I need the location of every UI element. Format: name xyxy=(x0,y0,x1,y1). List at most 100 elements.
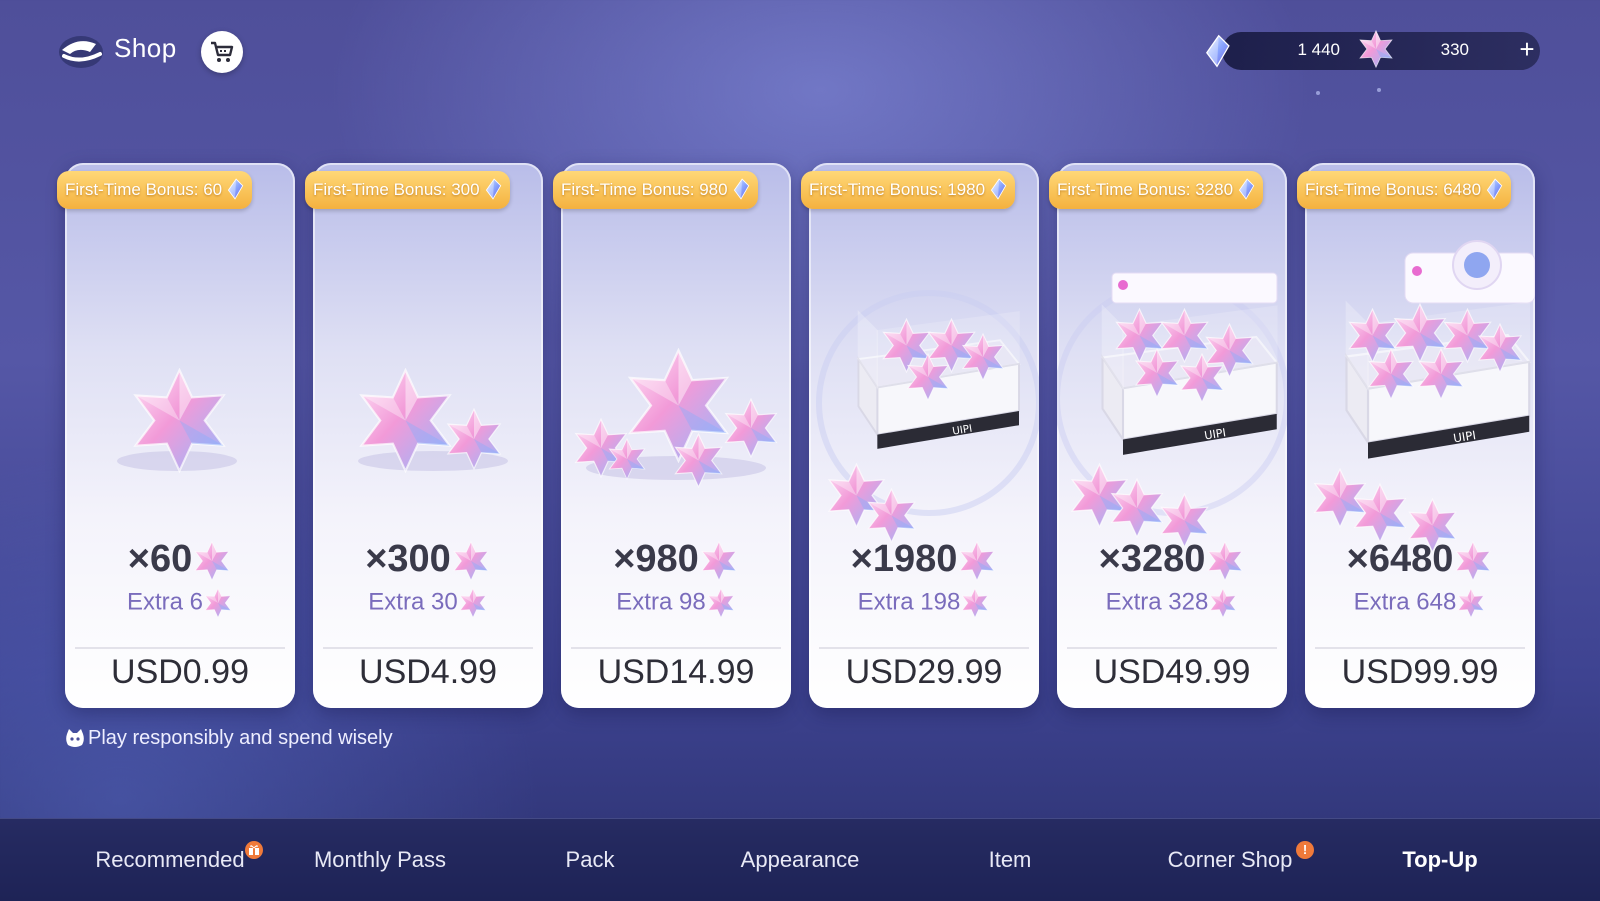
crystal-icon xyxy=(482,177,504,201)
star-gem-icon xyxy=(957,541,997,581)
star-box-art xyxy=(1057,272,1287,548)
tab-corner-shop[interactable]: Corner Shop ! xyxy=(1140,819,1320,901)
notice-text: Play responsibly and spend wisely xyxy=(88,727,393,749)
tab-monthly-pass[interactable]: Monthly Pass xyxy=(300,819,460,901)
tab-pack[interactable]: Pack xyxy=(540,819,640,901)
extra-value: Extra 98 xyxy=(616,588,706,616)
tab-top-up[interactable]: Top-Up xyxy=(1370,819,1510,901)
extra-amount: Extra 648 xyxy=(1305,588,1535,618)
star-gem-icon xyxy=(699,541,739,581)
price: USD99.99 xyxy=(1341,653,1499,691)
star-gem-icon xyxy=(458,588,488,618)
star-gem-icon xyxy=(203,588,233,618)
bonus-label: First-Time Bonus: 980 xyxy=(561,180,728,199)
first-time-bonus-ribbon: First-Time Bonus: 300 xyxy=(305,171,510,209)
first-time-bonus-ribbon: First-Time Bonus: 980 xyxy=(553,171,758,209)
bonus-label: First-Time Bonus: 60 xyxy=(65,180,223,199)
star-gem-icon xyxy=(1453,541,1493,581)
star-gem-icon xyxy=(192,541,232,581)
add-currency-button[interactable]: + xyxy=(1515,34,1539,64)
price: USD14.99 xyxy=(597,653,755,691)
mascot-icon xyxy=(66,729,84,747)
product-card[interactable]: First-Time Bonus: 980 ×980 Extra 98 USD1… xyxy=(553,163,791,708)
back-button[interactable] xyxy=(56,30,106,70)
product-card[interactable]: First-Time Bonus: 60 ×60 Extra 6 USD0.99 xyxy=(57,163,295,708)
divider xyxy=(323,647,533,649)
star-bundle-art xyxy=(358,369,508,472)
crystal-icon xyxy=(1483,177,1505,201)
tab-recommended[interactable]: Recommended xyxy=(80,819,263,901)
tab-item[interactable]: Item xyxy=(960,819,1060,901)
crystal-icon xyxy=(730,177,752,201)
product-card[interactable]: First-Time Bonus: 1980 ×1980 Extra 198 U… xyxy=(801,163,1039,708)
extra-amount: Extra 198 xyxy=(809,588,1039,618)
price: USD49.99 xyxy=(1093,653,1251,691)
star-gem-icon xyxy=(706,588,736,618)
cart-icon xyxy=(211,41,234,62)
responsible-spending-notice: Play responsibly and spend wisely xyxy=(64,727,393,750)
product-card[interactable]: First-Time Bonus: 3280 ×3280 Extra 328 U… xyxy=(1049,163,1287,708)
star-box-art xyxy=(1314,240,1535,553)
alert-badge: ! xyxy=(1296,841,1314,859)
divider xyxy=(1315,647,1525,649)
tab-label: Pack xyxy=(565,847,615,872)
extra-value: Extra 198 xyxy=(857,588,961,616)
sparkle-decoration xyxy=(1377,88,1381,92)
quantity-value: ×980 xyxy=(613,538,699,580)
first-time-bonus-ribbon: First-Time Bonus: 1980 xyxy=(801,171,1016,209)
extra-amount: Extra 6 xyxy=(65,588,295,618)
divider xyxy=(1067,647,1277,649)
star-gem-icon xyxy=(960,588,990,618)
divider xyxy=(571,647,781,649)
star-gem-icon xyxy=(1208,588,1238,618)
first-time-bonus-ribbon: First-Time Bonus: 60 xyxy=(57,171,253,209)
product-card[interactable]: First-Time Bonus: 6480 ×6480 Extra 648 U… xyxy=(1297,163,1535,708)
extra-amount: Extra 328 xyxy=(1057,588,1287,618)
first-time-bonus-ribbon: First-Time Bonus: 3280 xyxy=(1049,171,1264,209)
bonus-label: First-Time Bonus: 3280 xyxy=(1057,180,1234,199)
quantity-value: ×3280 xyxy=(1098,538,1206,580)
star-gem-icon xyxy=(1357,30,1395,68)
quantity: ×6480 xyxy=(1305,538,1535,581)
extra-value: Extra 328 xyxy=(1105,588,1209,616)
quantity: ×60 xyxy=(65,538,295,581)
star-gem-icon xyxy=(451,541,491,581)
crystal-icon xyxy=(224,177,246,201)
tab-label: Monthly Pass xyxy=(313,847,447,872)
cart-button[interactable] xyxy=(201,31,243,73)
quantity-value: ×6480 xyxy=(1346,538,1454,580)
price: USD29.99 xyxy=(845,653,1003,691)
tab-label: Item xyxy=(988,847,1032,872)
extra-value: Extra 648 xyxy=(1353,588,1457,616)
quantity-value: ×1980 xyxy=(850,538,958,580)
star-gem-icon xyxy=(1205,541,1245,581)
price: USD0.99 xyxy=(111,653,249,691)
first-time-bonus-ribbon: First-Time Bonus: 6480 xyxy=(1297,171,1512,209)
bottom-nav: Recommended Monthly Pass Pack Appearance… xyxy=(0,818,1600,901)
star-bundle-art xyxy=(575,349,777,488)
quantity-value: ×60 xyxy=(127,538,193,580)
extra-amount: Extra 98 xyxy=(561,588,791,618)
crystal-icon xyxy=(987,177,1009,201)
star-bundle-art xyxy=(117,369,237,472)
back-arrow-icon xyxy=(59,36,103,68)
tab-label: Recommended xyxy=(95,847,245,872)
bonus-label: First-Time Bonus: 1980 xyxy=(809,180,986,199)
tab-appearance[interactable]: Appearance xyxy=(720,819,880,901)
crystal-icon xyxy=(1235,177,1257,201)
quantity: ×3280 xyxy=(1057,538,1287,581)
bonus-label: First-Time Bonus: 300 xyxy=(313,180,480,199)
extra-value: Extra 30 xyxy=(368,588,458,616)
tab-label: Corner Shop xyxy=(1167,847,1293,872)
tab-label: Top-Up xyxy=(1402,847,1478,872)
divider xyxy=(819,647,1029,649)
quantity: ×300 xyxy=(313,538,543,581)
product-card[interactable]: First-Time Bonus: 300 ×300 Extra 30 USD4… xyxy=(305,163,543,708)
star-gem-balance: 330 xyxy=(1440,40,1469,59)
sparkle-decoration xyxy=(1316,91,1320,95)
extra-amount: Extra 30 xyxy=(313,588,543,618)
bonus-label: First-Time Bonus: 6480 xyxy=(1305,180,1482,199)
crystal-balance: 1 440 xyxy=(1297,40,1340,59)
crystal-icon xyxy=(1200,34,1234,68)
star-gem-icon xyxy=(1456,588,1486,618)
